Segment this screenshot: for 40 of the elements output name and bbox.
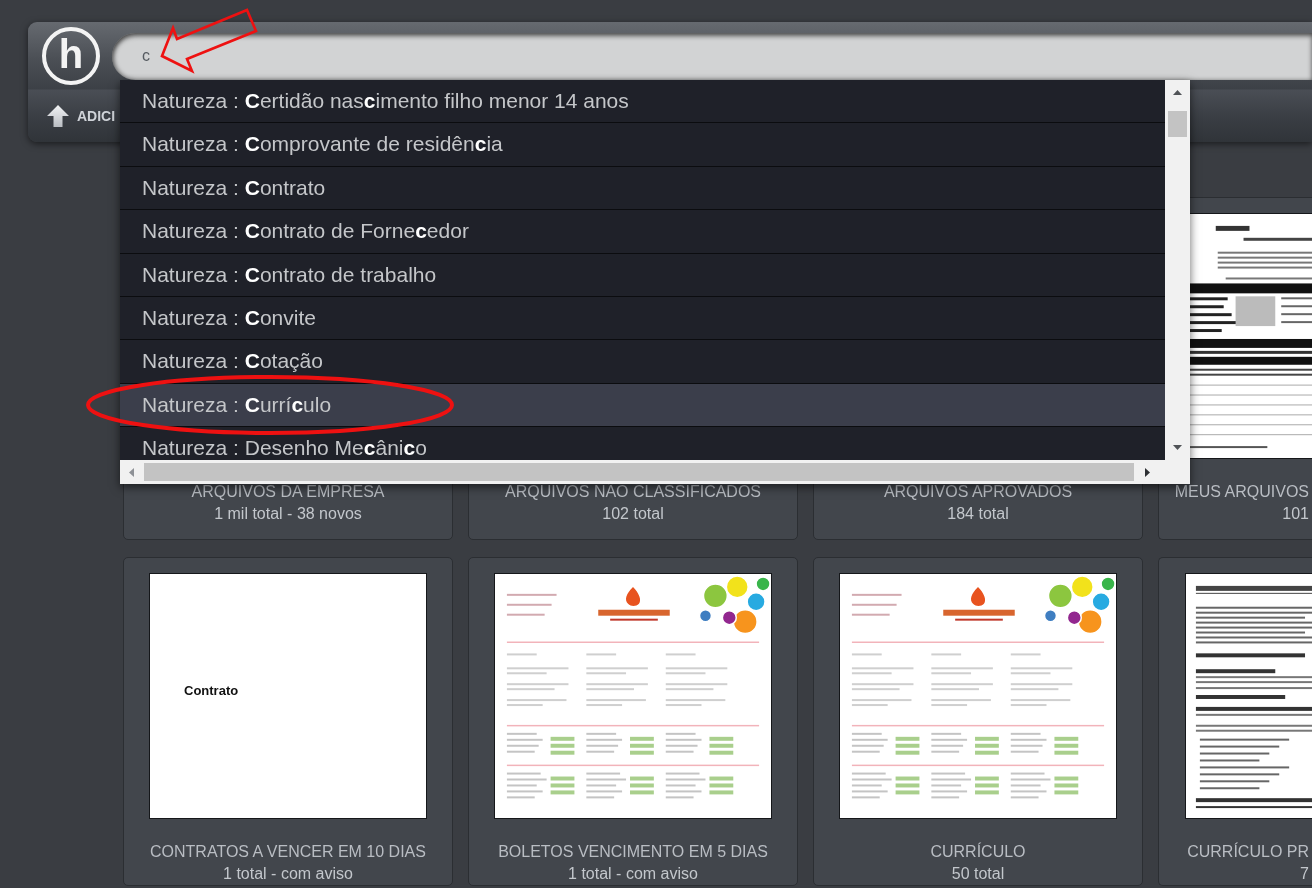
add-button[interactable]: ADICI bbox=[47, 105, 116, 127]
logo: h bbox=[42, 27, 100, 85]
folder-tile[interactable]: CURRÍCULO 50 total bbox=[813, 557, 1143, 886]
tile-subtitle: 7 bbox=[1300, 865, 1309, 883]
folder-tile[interactable]: CURRÍCULO PR 7 bbox=[1158, 557, 1312, 886]
suggestion-item[interactable]: Natureza : Certidão nascimento filho menor 14 anos bbox=[120, 80, 1165, 124]
scroll-left-icon[interactable] bbox=[129, 467, 134, 477]
suggestion-item[interactable]: Natureza : Convite bbox=[120, 296, 1165, 341]
suggestion-item[interactable]: Natureza : Contrato de Fornecedor bbox=[120, 210, 1165, 254]
tile-subtitle: 1 total - com aviso bbox=[568, 865, 698, 883]
arrow-up-icon bbox=[47, 105, 69, 127]
document-title: Contrato bbox=[184, 683, 239, 698]
horizontal-scrollbar[interactable] bbox=[120, 460, 1190, 484]
tile-title: CURRÍCULO PR bbox=[1187, 843, 1309, 861]
scroll-thumb[interactable] bbox=[1168, 111, 1187, 137]
tile-title: ARQUIVOS DA EMPRESA bbox=[191, 483, 385, 501]
tile-title: ARQUIVOS APROVADOS bbox=[883, 483, 1073, 501]
tile-title: MEUS ARQUIVOS bbox=[1174, 483, 1309, 501]
scroll-up-icon[interactable] bbox=[1173, 90, 1182, 95]
tile-title: BOLETOS VENCIMENTO EM 5 DIAS bbox=[498, 843, 768, 861]
scroll-right-icon[interactable] bbox=[1145, 467, 1150, 477]
tile-subtitle: 1 total - com aviso bbox=[223, 865, 353, 883]
suggestion-item[interactable]: Natureza : Comprovante de residência bbox=[120, 123, 1165, 167]
scroll-thumb[interactable] bbox=[144, 463, 1134, 481]
suggestion-item[interactable]: Natureza : Contrato de trabalho bbox=[120, 253, 1165, 297]
suggestion-item[interactable]: Natureza : Currículo bbox=[120, 383, 1165, 428]
vertical-scrollbar[interactable] bbox=[1165, 80, 1190, 460]
folder-tile[interactable]: BOLETOS VENCIMENTO EM 5 DIAS 1 total - com aviso bbox=[468, 557, 798, 886]
tile-title: CONTRATOS A VENCER EM 10 DIAS bbox=[150, 843, 426, 861]
tile-title: CURRÍCULO bbox=[930, 843, 1026, 861]
search-field[interactable]: c bbox=[112, 32, 1312, 80]
tile-subtitle: 102 total bbox=[602, 505, 664, 523]
folder-tile[interactable]: Contrato CONTRATOS A VENCER EM 10 DIAS 1 total - com aviso bbox=[123, 557, 453, 886]
scroll-down-icon[interactable] bbox=[1173, 445, 1182, 450]
suggestion-item[interactable]: Natureza : Cotação bbox=[120, 340, 1165, 384]
tile-subtitle: 101 bbox=[1282, 505, 1309, 523]
tile-subtitle: 184 total bbox=[947, 505, 1009, 523]
tile-subtitle: 1 mil total - 38 novos bbox=[214, 505, 362, 523]
tile-subtitle: 50 total bbox=[951, 865, 1005, 883]
suggestion-item[interactable]: Natureza : Contrato bbox=[120, 166, 1165, 211]
